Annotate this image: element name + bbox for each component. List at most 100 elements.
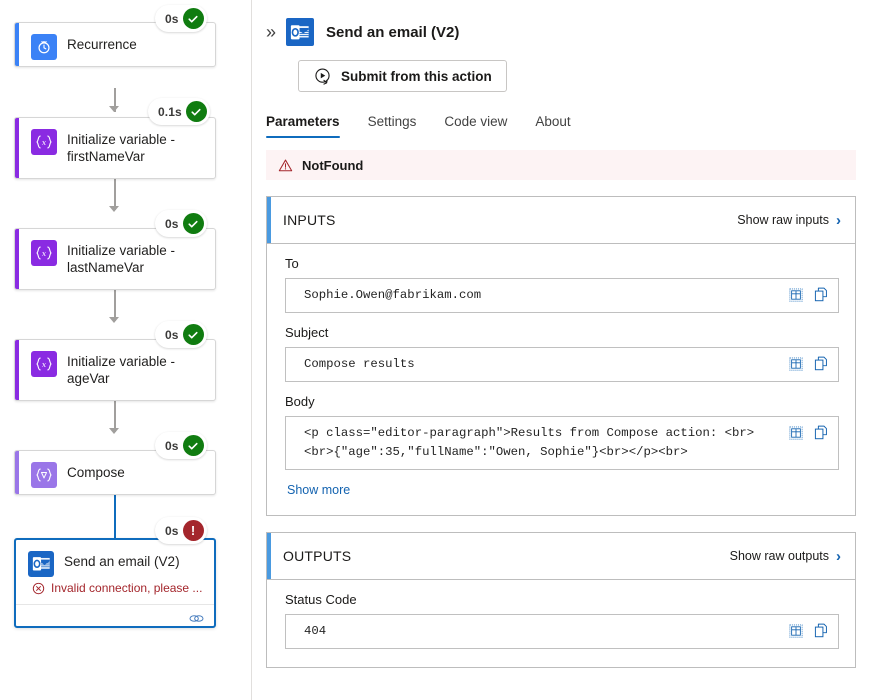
table-expand-icon[interactable] [789, 426, 803, 440]
connection-link-icon[interactable] [188, 612, 205, 625]
field-body-box[interactable]: <p class="editor-paragraph">Results from… [285, 416, 839, 470]
flow-node-agevar[interactable]: x Initialize variable - ageVar [14, 339, 216, 401]
svg-text:x: x [42, 138, 47, 147]
status-pill-lastname: 0s [155, 210, 207, 237]
node-title: Initialize variable - firstNameVar [67, 128, 205, 165]
svg-text:x: x [42, 360, 47, 369]
inputs-title: INPUTS [283, 212, 336, 228]
warning-triangle-icon [278, 158, 293, 173]
field-value: 404 [304, 622, 781, 641]
table-expand-icon[interactable] [789, 357, 803, 371]
show-raw-inputs-label: Show raw inputs [737, 213, 829, 227]
tab-parameters[interactable]: Parameters [266, 114, 340, 138]
flow-canvas[interactable]: 0s Recurrence 0.1s [0, 0, 252, 700]
field-value: Sophie.Owen@fabrikam.com [304, 286, 781, 305]
outputs-section: OUTPUTS Show raw outputs › Status Code 4… [266, 532, 856, 668]
field-value: <p class="editor-paragraph">Results from… [304, 424, 781, 462]
status-success-icon [183, 213, 204, 234]
tab-code-view[interactable]: Code view [444, 114, 507, 138]
status-error-icon: ! [183, 520, 204, 541]
show-raw-outputs-label: Show raw outputs [730, 549, 829, 563]
field-status-code-box[interactable]: 404 [285, 614, 839, 649]
show-raw-outputs-link[interactable]: Show raw outputs › [730, 549, 841, 564]
node-footer [16, 604, 214, 628]
table-expand-icon[interactable] [789, 624, 803, 638]
field-label: To [285, 256, 839, 271]
chevron-right-icon: › [836, 213, 841, 228]
connector-arrow-2 [109, 206, 119, 212]
status-success-icon [183, 435, 204, 456]
connector-5 [114, 494, 117, 540]
status-pill-firstname: 0.1s [148, 98, 210, 125]
field-to-box[interactable]: Sophie.Owen@fabrikam.com [285, 278, 839, 313]
outlook-icon [28, 551, 54, 577]
connector-arrow-3 [109, 317, 119, 323]
status-pill-recurrence: 0s [155, 5, 207, 32]
status-pill-agevar: 0s [155, 321, 207, 348]
node-title: Send an email (V2) [64, 550, 180, 570]
node-title: Initialize variable - ageVar [67, 350, 205, 387]
inputs-section-header: INPUTS Show raw inputs › [267, 197, 855, 244]
connector-arrow-1 [109, 106, 119, 112]
variable-icon: x [31, 240, 57, 266]
node-accent-bar [15, 118, 19, 178]
inputs-section-body: To Sophie.Owen@fabrikam.com [267, 244, 855, 515]
duration-label: 0s [165, 439, 179, 453]
connector-arrow-4 [109, 428, 119, 434]
table-expand-icon[interactable] [789, 288, 803, 302]
field-status-code: Status Code 404 [285, 592, 839, 649]
outputs-title: OUTPUTS [283, 548, 351, 564]
duration-label: 0s [165, 524, 179, 538]
double-chevron-right-icon[interactable]: » [266, 23, 274, 41]
copy-icon[interactable] [814, 287, 828, 302]
svg-text:x: x [42, 249, 47, 258]
field-label: Status Code [285, 592, 839, 607]
node-title: Recurrence [67, 33, 137, 53]
variable-icon: x [31, 351, 57, 377]
field-body: Body <p class="editor-paragraph">Results… [285, 394, 839, 497]
error-circle-icon [32, 582, 45, 595]
status-success-icon [186, 101, 207, 122]
variable-icon: x [31, 129, 57, 155]
submit-from-this-action-button[interactable]: Submit from this action [298, 60, 507, 92]
status-pill-compose: 0s [155, 432, 207, 459]
outputs-section-header: OUTPUTS Show raw outputs › [267, 533, 855, 580]
compose-icon [31, 462, 57, 488]
field-actions [789, 424, 828, 440]
field-actions [789, 286, 828, 302]
duration-label: 0s [165, 12, 179, 26]
node-title: Initialize variable - lastNameVar [67, 239, 205, 276]
field-actions [789, 622, 828, 638]
node-accent-bar [15, 229, 19, 289]
pane-header: » Send an email (V2) [252, 0, 870, 46]
pane-title: Send an email (V2) [326, 24, 459, 41]
field-subject: Subject Compose results [285, 325, 839, 382]
field-subject-box[interactable]: Compose results [285, 347, 839, 382]
chevron-right-icon: › [836, 549, 841, 564]
status-pill-sendemail: 0s ! [155, 517, 207, 544]
inputs-section: INPUTS Show raw inputs › To Sophie.Owen@… [266, 196, 856, 516]
node-title: Compose [67, 461, 125, 481]
show-raw-inputs-link[interactable]: Show raw inputs › [737, 213, 841, 228]
field-value: Compose results [304, 355, 781, 374]
field-label: Body [285, 394, 839, 409]
copy-icon[interactable] [814, 356, 828, 371]
node-accent-bar [15, 451, 19, 494]
flow-node-sendemail[interactable]: Send an email (V2) Invalid connection, p… [14, 538, 216, 628]
flow-node-lastnamevar[interactable]: x Initialize variable - lastNameVar [14, 228, 216, 290]
show-more-link[interactable]: Show more [287, 483, 839, 497]
node-error-text: Invalid connection, please ... [51, 581, 202, 595]
flow-node-firstnamevar[interactable]: x Initialize variable - firstNameVar [14, 117, 216, 179]
action-details-pane: » Send an email (V2) [252, 0, 870, 700]
duration-label: 0.1s [158, 105, 182, 119]
play-resubmit-icon [313, 67, 332, 86]
node-accent-bar [15, 340, 19, 400]
tab-settings[interactable]: Settings [368, 114, 417, 138]
outputs-section-body: Status Code 404 [267, 580, 855, 667]
node-error-message: Invalid connection, please ... [16, 581, 214, 604]
copy-icon[interactable] [814, 425, 828, 440]
copy-icon[interactable] [814, 623, 828, 638]
tab-about[interactable]: About [535, 114, 570, 138]
submit-button-label: Submit from this action [341, 69, 492, 84]
duration-label: 0s [165, 217, 179, 231]
